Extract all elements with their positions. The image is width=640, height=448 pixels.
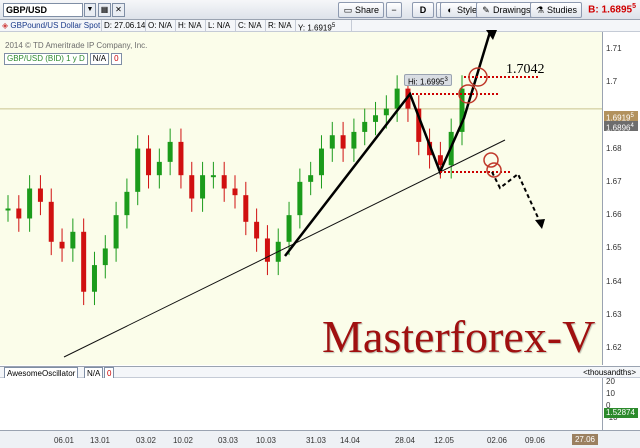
time-tick-label: 12.05 [433,436,455,445]
studies-button[interactable]: ⚗ Studies [530,2,583,18]
info-high: H: N/A [176,20,206,32]
share-label: Share [355,5,380,15]
price-tick-label: 1.67 [606,176,622,186]
price-tick-label: 1.68 [606,143,622,153]
copyright-text: 2014 © TD Ameritrade IP Company, Inc. [5,41,148,50]
oscillator-header: AwesomeOscillator N/A 0 <thousandths> [0,366,640,380]
price-tick-label: 1.64 [606,276,622,286]
info-close: C: N/A [236,20,266,32]
oscillator-units: <thousandths> [583,368,636,377]
oscillator-value-tag: 1.52874 [604,408,638,418]
price-tag-current: 1.69195 [604,111,638,123]
legend-value: N/A [89,53,110,65]
oscillator-tick-label: 20 [606,377,615,387]
studies-label: Studies [547,5,578,15]
time-tick-label: 28.04 [394,436,416,445]
style-icon: ◐ [447,5,453,15]
time-tick-label: 06.01 [53,436,75,445]
symbol-input[interactable]: GBP/USD [3,3,83,17]
axis-corner [602,434,638,445]
share-icon: ▭ [343,5,353,15]
target-price-annotation: 1.7042 [506,62,545,77]
studies-icon: ⚗ [535,5,545,15]
price-tick-label: 1.66 [606,210,622,220]
oscillator-tick-label: 10 [606,389,615,399]
close-symbol-icon[interactable]: ✕ [112,3,125,17]
instrument-title-text: GBPound/US Dollar Spot [10,21,101,30]
info-low: L: N/A [206,20,236,32]
info-range: R: N/A [266,20,296,32]
price-tick-label: 1.7 [606,76,618,86]
date-tag: 27.06 [572,434,598,445]
share-button[interactable]: ▭ Share [338,2,385,18]
time-tick-label: 10.02 [172,436,194,445]
info-y: Y: 1.69195 [296,20,352,33]
time-tick-label: 31.03 [305,436,327,445]
pencil-icon: ✎ [482,5,490,15]
price-tick-label: 1.65 [606,243,622,253]
zoom-out-icon: − [391,5,397,15]
style-label: Style [457,5,478,15]
time-tick-label: 10.03 [255,436,277,445]
legend-zero: 0 [111,53,122,65]
time-tick-label: 03.03 [217,436,239,445]
drawings-label: Drawings [493,5,531,15]
time-tick-label: 14.04 [339,436,361,445]
price-tick-label: 1.63 [606,310,622,320]
grid-icon[interactable]: ▦ [98,3,111,17]
price-tick-label: 1.62 [606,343,622,353]
top-toolbar: GBP/USD ▼ ▦ ✕ ▭Share − D + ◐Style ✎Drawi… [0,0,640,20]
symbol-dropdown-icon[interactable]: ▼ [84,3,96,17]
watermark-text: Masterforex-V [322,311,596,362]
info-bar: ◈ GBPound/US Dollar Spot D: 27.06.14 O: … [0,20,640,33]
price-tag-bid: 1.68964 [604,121,638,133]
time-tick-label: 02.06 [486,436,508,445]
high-label: Hi: 1.69953 [404,74,452,87]
chart-legend: GBP/USD (BID) 1 y D N/A 0 [4,53,122,65]
quote-icon: ◈ [2,21,9,30]
price-tick-label: 1.71 [606,43,622,53]
bid-price: B: 1.68955 [588,3,636,16]
drawings-button[interactable]: ✎ Drawings [476,2,536,18]
time-tick-label: 09.06 [524,436,546,445]
period-button[interactable]: D [412,2,434,18]
oscillator-chart[interactable] [0,378,602,430]
info-date: D: 27.06.14 [104,20,146,32]
time-tick-label: 13.01 [89,436,111,445]
legend-symbol[interactable]: GBP/USD (BID) 1 y D [4,53,88,65]
info-open: O: N/A [146,20,176,32]
zoom-out-button[interactable]: − [386,2,402,18]
instrument-title: ◈ GBPound/US Dollar Spot [0,20,102,32]
time-tick-label: 03.02 [135,436,157,445]
